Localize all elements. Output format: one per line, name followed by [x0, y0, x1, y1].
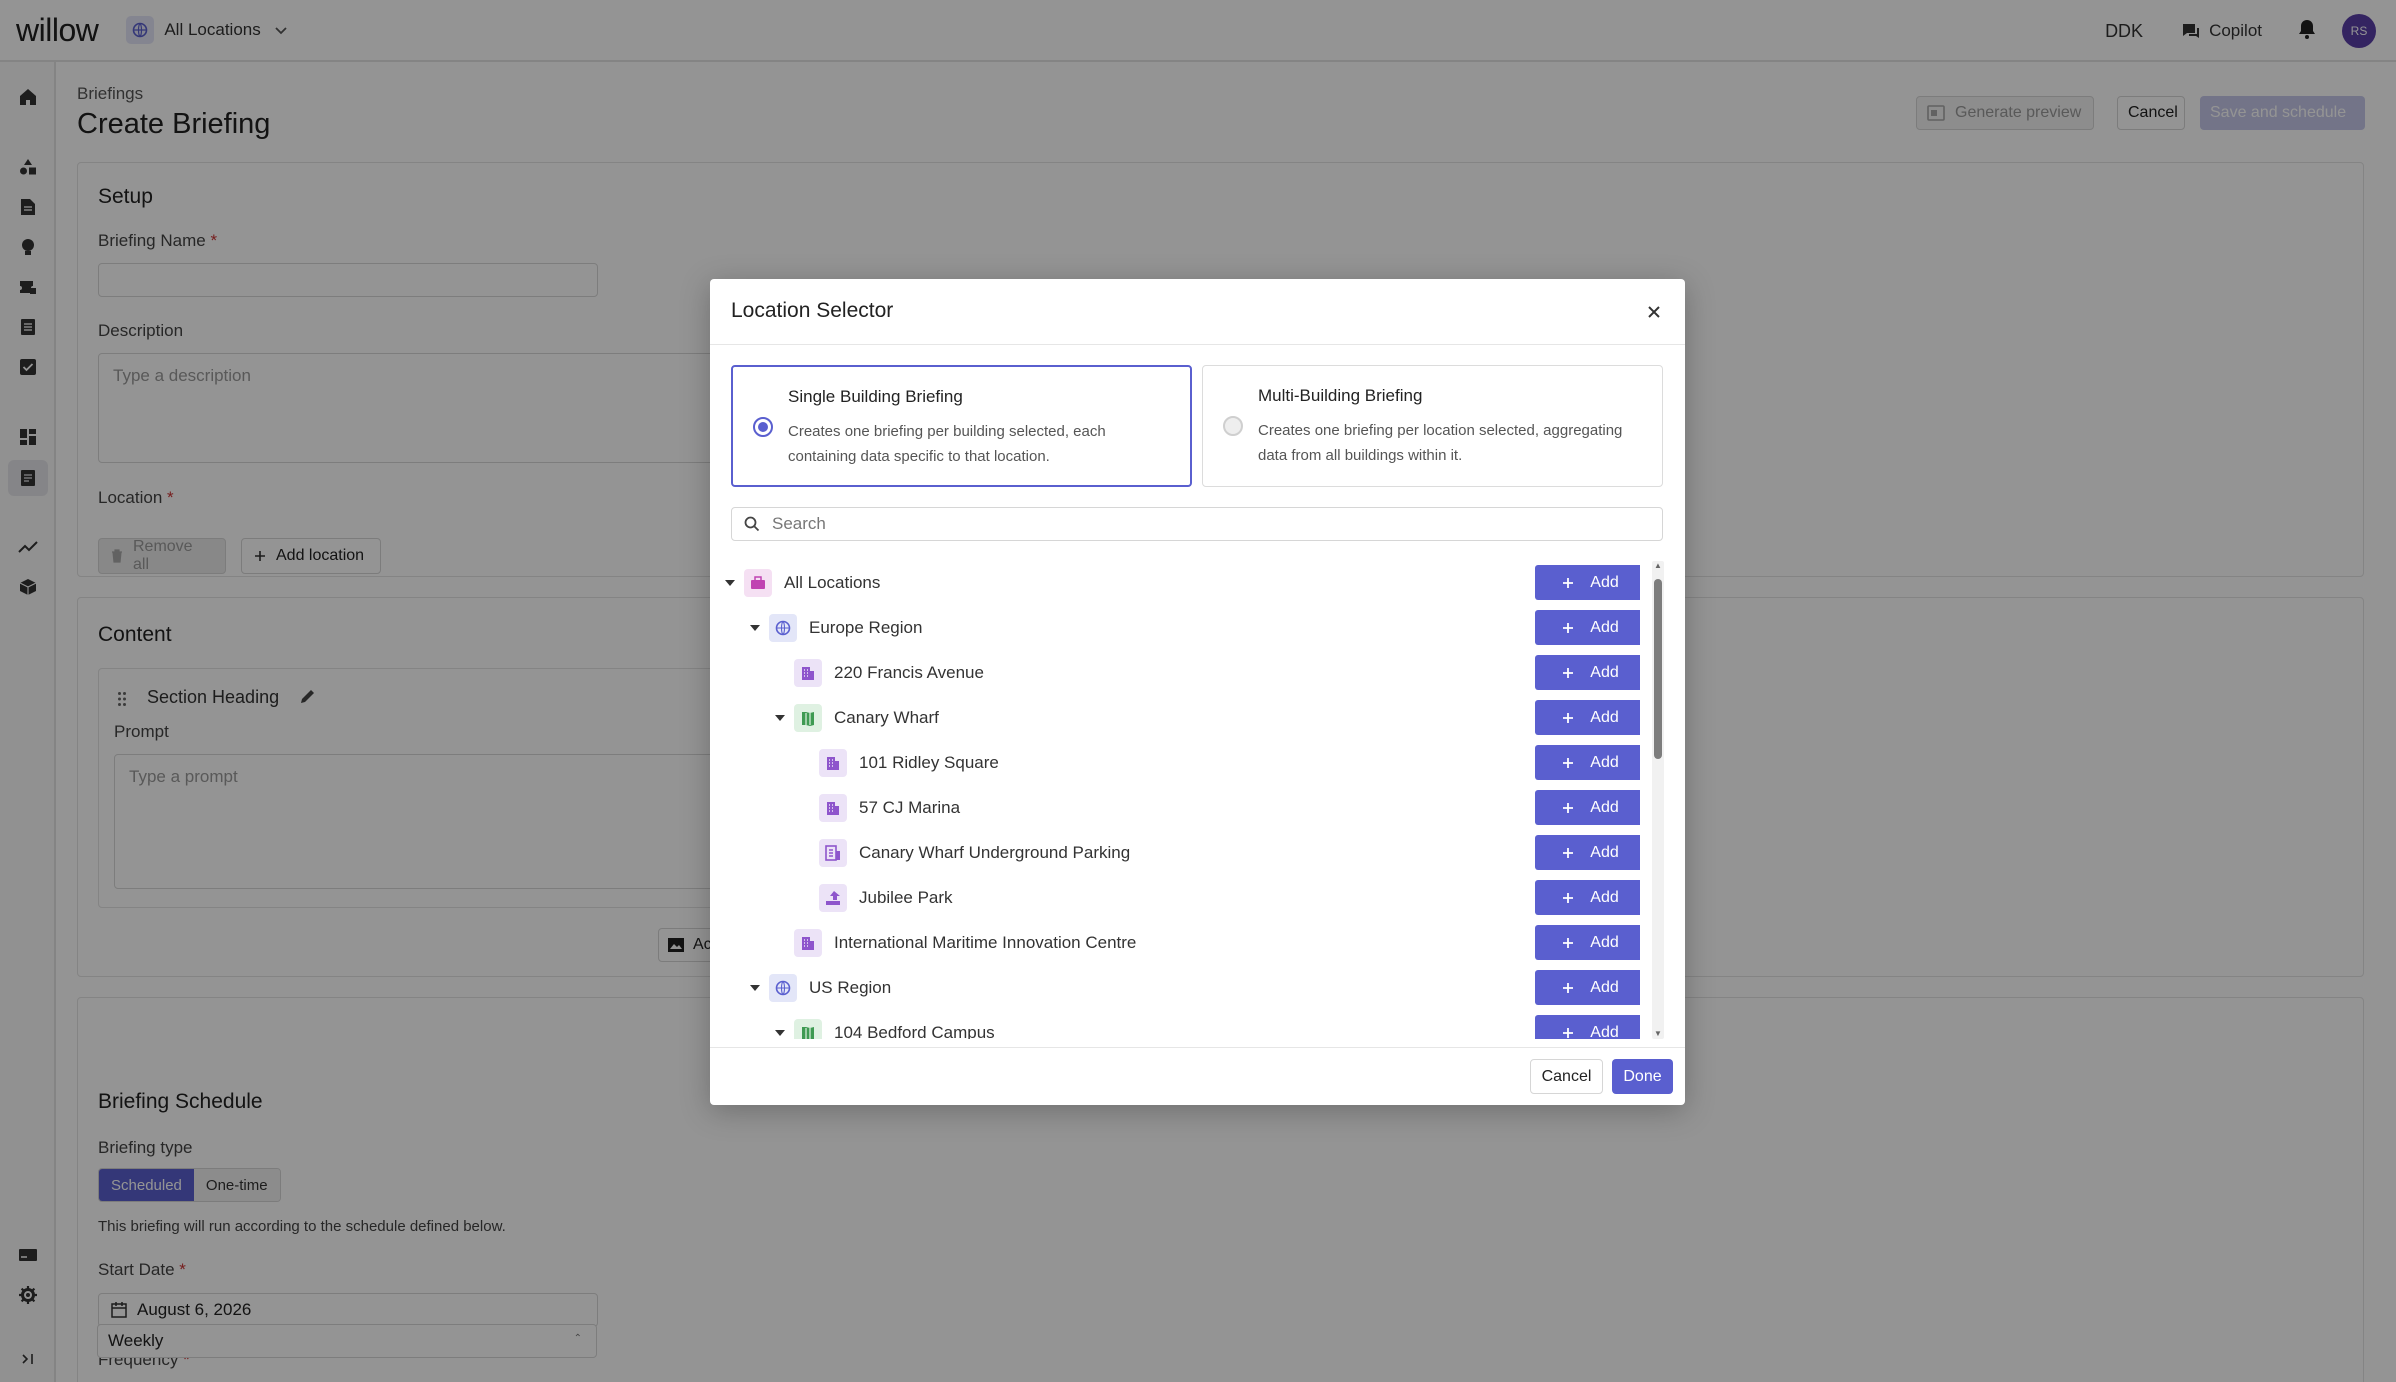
plus-icon	[1562, 757, 1582, 769]
tree-row-label: 57 CJ Marina	[859, 798, 961, 817]
tree-row[interactable]: International Maritime Innovation Centre…	[720, 921, 1640, 966]
add-location-button[interactable]: Add	[1535, 880, 1640, 915]
tree-row[interactable]: Jubilee Park Add	[720, 876, 1640, 921]
tree-row-label: US Region	[809, 978, 892, 997]
option-multi-building[interactable]: Multi-Building Briefing Creates one brie…	[1202, 365, 1663, 487]
tree-row-label: 104 Bedford Campus	[834, 1023, 995, 1039]
add-location-button[interactable]: Add	[1535, 790, 1640, 825]
option-single-building-description: Creates one briefing per building select…	[788, 423, 1106, 465]
add-label: Add	[1590, 663, 1619, 681]
add-label: Add	[1590, 978, 1619, 996]
building-icon	[819, 794, 847, 822]
modal-title: Location Selector	[731, 299, 894, 322]
modal-footer: Cancel Done	[710, 1047, 1685, 1105]
parking-icon	[819, 839, 847, 867]
location-selector-modal: Location Selector Single Building Briefi…	[710, 279, 1685, 1105]
plus-icon	[1562, 667, 1582, 679]
tree-row[interactable]: Canary Wharf Add	[720, 696, 1640, 741]
tree-row-label: Canary Wharf Underground Parking	[859, 843, 1131, 862]
radio-multi-building[interactable]	[1223, 416, 1243, 436]
done-button[interactable]: Done	[1612, 1059, 1673, 1094]
caret-down-icon[interactable]	[747, 980, 763, 996]
add-location-button[interactable]: Add	[1535, 835, 1640, 870]
add-label: Add	[1590, 708, 1619, 726]
scroll-up-icon[interactable]: ▲	[1653, 561, 1663, 571]
tree-row-label: Europe Region	[809, 618, 923, 637]
add-label: Add	[1590, 1023, 1619, 1040]
caret-down-icon[interactable]	[772, 1025, 788, 1039]
tree-row-label: All Locations	[784, 573, 881, 592]
scrollbar-thumb[interactable]	[1654, 579, 1662, 759]
plus-icon	[1562, 622, 1582, 634]
caret-down-icon[interactable]	[772, 710, 788, 726]
tree-row[interactable]: 104 Bedford Campus Add	[720, 1011, 1640, 1039]
add-location-button[interactable]: Add	[1535, 925, 1640, 960]
close-icon[interactable]	[1641, 299, 1667, 325]
plus-icon	[1562, 847, 1582, 859]
option-multi-building-description: Creates one briefing per location select…	[1258, 422, 1623, 464]
globe-icon	[769, 614, 797, 642]
tree-row[interactable]: 220 Francis Avenue Add	[720, 651, 1640, 696]
add-label: Add	[1590, 843, 1619, 861]
caret-down-icon[interactable]	[747, 620, 763, 636]
add-label: Add	[1590, 798, 1619, 816]
globe-icon	[769, 974, 797, 1002]
plus-icon	[1562, 577, 1582, 589]
tree-row[interactable]: Canary Wharf Underground Parking Add	[720, 831, 1640, 876]
portfolio-icon	[744, 569, 772, 597]
scroll-down-icon[interactable]: ▼	[1653, 1029, 1663, 1039]
radio-single-building[interactable]	[753, 417, 773, 437]
search-icon	[744, 516, 760, 532]
add-location-button[interactable]: Add	[1535, 1015, 1640, 1039]
tree-row-label: Jubilee Park	[859, 888, 953, 907]
option-single-building-title: Single Building Briefing	[788, 387, 963, 406]
building-icon	[794, 659, 822, 687]
plus-icon	[1562, 982, 1582, 994]
tree-row[interactable]: US Region Add	[720, 966, 1640, 1011]
add-location-button[interactable]: Add	[1535, 655, 1640, 690]
tree-row[interactable]: 101 Ridley Square Add	[720, 741, 1640, 786]
add-label: Add	[1590, 888, 1619, 906]
building-icon	[819, 749, 847, 777]
add-label: Add	[1590, 753, 1619, 771]
plus-icon	[1562, 892, 1582, 904]
add-label: Add	[1590, 933, 1619, 951]
campus-icon	[794, 1019, 822, 1039]
park-icon	[819, 884, 847, 912]
caret-down-icon[interactable]	[722, 575, 738, 591]
modal-header: Location Selector	[710, 279, 1685, 345]
option-multi-building-title: Multi-Building Briefing	[1258, 386, 1423, 405]
add-label: Add	[1590, 573, 1619, 591]
tree-row-label: Canary Wharf	[834, 708, 939, 727]
plus-icon	[1562, 937, 1582, 949]
plus-icon	[1562, 712, 1582, 724]
add-location-button[interactable]: Add	[1535, 610, 1640, 645]
search-input[interactable]	[772, 514, 1652, 534]
location-tree: All Locations Add Europe Region Add 220 Fran…	[720, 561, 1640, 1039]
tree-row-label: 101 Ridley Square	[859, 753, 999, 772]
add-location-button[interactable]: Add	[1535, 970, 1640, 1005]
plus-icon	[1562, 802, 1582, 814]
tree-row-label: International Maritime Innovation Centre	[834, 933, 1137, 952]
add-location-button[interactable]: Add	[1535, 700, 1640, 735]
plus-icon	[1562, 1027, 1582, 1039]
tree-row[interactable]: All Locations Add	[720, 561, 1640, 606]
modal-cancel-button[interactable]: Cancel	[1530, 1059, 1603, 1094]
add-label: Add	[1590, 618, 1619, 636]
building-icon	[794, 929, 822, 957]
tree-row-label: 220 Francis Avenue	[834, 663, 984, 682]
tree-row[interactable]: 57 CJ Marina Add	[720, 786, 1640, 831]
campus-icon	[794, 704, 822, 732]
add-location-button[interactable]: Add	[1535, 745, 1640, 780]
add-location-button[interactable]: Add	[1535, 565, 1640, 600]
location-search	[731, 507, 1663, 541]
tree-row[interactable]: Europe Region Add	[720, 606, 1640, 651]
tree-scrollbar[interactable]: ▲ ▼	[1652, 561, 1664, 1039]
option-single-building[interactable]: Single Building Briefing Creates one bri…	[731, 365, 1192, 487]
